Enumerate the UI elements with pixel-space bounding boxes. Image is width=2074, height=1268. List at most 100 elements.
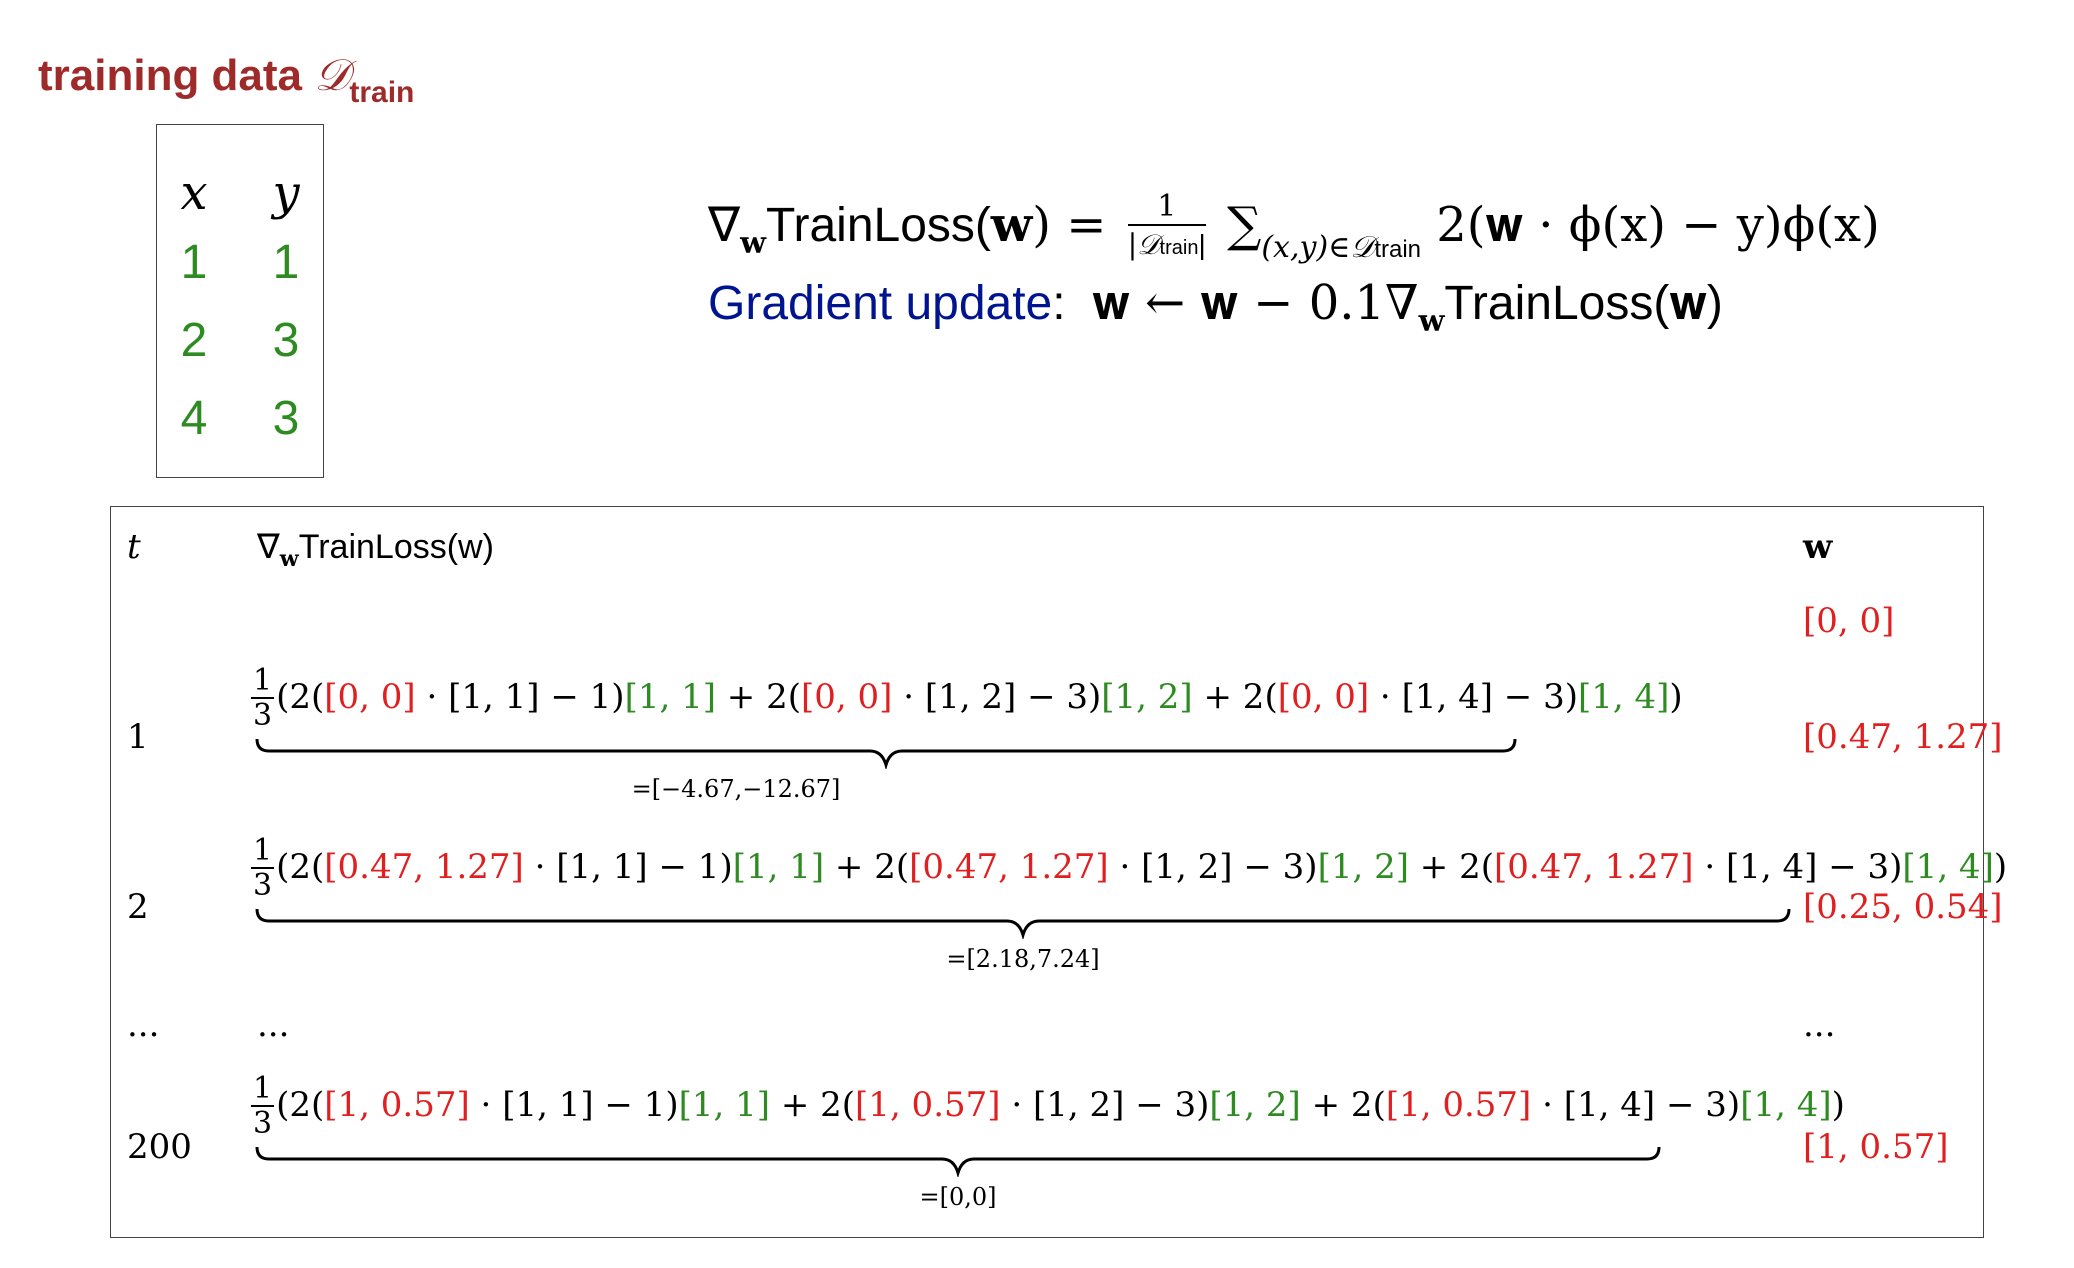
header-w: w <box>1803 527 1833 567</box>
row-1-frac-den: 3 <box>253 698 273 733</box>
cell-x-3: 4 <box>180 392 208 445</box>
mean-fraction: 1 |𝒟train| <box>1127 190 1206 267</box>
header-nabla-sub: w <box>279 546 299 572</box>
row-1-phi-c2: [1, 4] <box>1578 677 1670 717</box>
update-trainloss: TrainLoss( <box>1444 277 1670 330</box>
sum-symbol: ∑ <box>1227 197 1262 254</box>
ellipsis-t: ... <box>127 1005 160 1045</box>
row-2-y-b: 3 <box>1282 847 1305 887</box>
row-200-underbrace <box>255 1146 1661 1177</box>
row-2-expression: 1 3 (2([0.47, 1.27] · [1, 1] − 1)[1, 1] + … <box>251 833 2008 903</box>
row-1-y-a: 1 <box>589 677 612 717</box>
header-t: t <box>127 527 141 567</box>
row-200-phi-c: [1, 4] <box>1563 1085 1656 1125</box>
row-200-phi-a: [1, 1] <box>502 1085 594 1125</box>
row-2-w-b: [0.47, 1.27] <box>909 847 1109 887</box>
row-2-phi-b: [1, 2] <box>1141 847 1233 887</box>
row-1-w: [0.47, 1.27] <box>1803 717 2003 757</box>
title-subscript: train <box>349 76 415 109</box>
row-1-w-c: [0, 0] <box>1277 677 1370 717</box>
row-2-y-a: 1 <box>697 847 720 887</box>
header-x: x <box>180 165 208 221</box>
row-200-w-c: [1, 0.57] <box>1385 1085 1532 1125</box>
row-2-w-a: [0.47, 1.27] <box>324 847 524 887</box>
row-2-result: =[2.18,7.24] <box>946 945 1100 973</box>
cell-x-1: 1 <box>180 236 208 289</box>
row-200-phi-b: [1, 2] <box>1032 1085 1125 1125</box>
row-200-y-a: 1 <box>643 1085 666 1125</box>
row-1-result: =[−4.67,−12.67] <box>631 775 841 803</box>
gradient-update-label: Gradient update <box>708 277 1053 330</box>
row-200-t: 200 <box>127 1127 192 1167</box>
header-y: y <box>272 165 300 221</box>
row-2-underbrace <box>255 908 1791 939</box>
row-1-expression: 1 3 (2([0, 0] · [1, 1] − 1)[1, 1] + 2([0, … <box>251 663 1683 733</box>
row-1-phi-a2: [1, 1] <box>624 677 716 717</box>
row-200-w-b: [1, 0.57] <box>855 1085 1001 1125</box>
row-1-phi-b2: [1, 2] <box>1101 677 1193 717</box>
row-1-phi-b: [1, 2] <box>924 677 1017 717</box>
row-200-y-b: 3 <box>1174 1085 1197 1125</box>
row-200-phi-a2: [1, 1] <box>678 1085 771 1125</box>
row-1-phi-c: [1, 4] <box>1401 677 1493 717</box>
equals-text: ) = <box>1032 197 1107 254</box>
title-symbol: 𝒟 <box>314 50 350 101</box>
nabla-subscript: w <box>740 226 766 262</box>
row-200-w: [1, 0.57] <box>1803 1127 1949 1167</box>
formula-rhs: 2(𝐰 · ϕ(x) − y)ϕ(x) <box>1421 197 1880 254</box>
update-nabla-sub: w <box>1418 304 1445 339</box>
row-2-phi-c: [1, 4] <box>1725 847 1818 887</box>
row-1-frac-num: 1 <box>251 663 275 699</box>
page-title: training data 𝒟train <box>38 50 414 110</box>
row-2-phi-b2: [1, 2] <box>1317 847 1409 887</box>
row-200-phi-b2: [1, 2] <box>1209 1085 1301 1125</box>
fraction-den-close: | <box>1198 229 1206 260</box>
gradient-formula: ∇wTrainLoss(w) = 1 |𝒟train| ∑(x,y)∈𝒟trai… <box>708 190 1880 267</box>
header-gradient: ∇wTrainLoss(w) <box>257 527 494 572</box>
row-2-phi-c2: [1, 4] <box>1902 847 1994 887</box>
row-1-y-b: 3 <box>1066 677 1089 717</box>
row-1-phi-a: [1, 1] <box>448 677 540 717</box>
ellipsis-w: ... <box>1803 1005 1836 1045</box>
row-2-frac-den: 3 <box>253 868 273 903</box>
row-2-w: [0.25, 0.54] <box>1803 887 2003 927</box>
row-200-frac-den: 3 <box>253 1106 273 1141</box>
gradient-update-formula: Gradient update: 𝐰 ← 𝐰 − 0.1∇wTrainLoss(… <box>708 275 1723 339</box>
row-1-underbrace <box>255 738 1517 769</box>
trainloss-text: TrainLoss( <box>765 199 991 253</box>
header-trainloss: TrainLoss(w) <box>298 528 494 566</box>
colon: : <box>1052 277 1066 330</box>
update-close: ) <box>1706 277 1723 330</box>
row-200-phi-c2: [1, 4] <box>1740 1085 1832 1125</box>
row-2-y-c: 3 <box>1867 847 1890 887</box>
fraction-denominator: |𝒟 <box>1127 228 1160 261</box>
sum-subscript: (x,y)∈𝒟 <box>1261 230 1375 266</box>
iteration-table: t ∇wTrainLoss(w) w [0, 0] 1 1 3 (2([0, 0] … <box>110 506 2007 1238</box>
initial-w: [0, 0] <box>1803 601 1895 641</box>
cell-y-1: 1 <box>272 236 300 289</box>
row-1-t: 1 <box>127 717 149 757</box>
row-2-frac-num: 1 <box>251 833 275 869</box>
row-200-y-c: 3 <box>1705 1085 1727 1125</box>
row-2-t: 2 <box>127 887 149 927</box>
row-1-y-c: 3 <box>1543 677 1565 717</box>
sum-subscript-train: train <box>1374 236 1421 264</box>
cell-y-3: 3 <box>272 392 300 445</box>
fraction-den-sub: train <box>1159 237 1199 259</box>
fraction-numerator: 1 <box>1127 190 1206 226</box>
row-2-w-c: [0.47, 1.27] <box>1493 847 1694 887</box>
row-2-phi-a2: [1, 1] <box>732 847 825 887</box>
row-2-phi-a: [1, 1] <box>556 847 648 887</box>
training-data-table: x y 1 1 2 3 4 3 <box>156 124 324 478</box>
row-200-w-a: [1, 0.57] <box>324 1085 470 1125</box>
header-nabla: ∇ <box>257 528 280 566</box>
row-1-w-a: [0, 0] <box>324 677 416 717</box>
row-1-w-b: [0, 0] <box>800 677 893 717</box>
row-200-result: =[0,0] <box>919 1183 997 1211</box>
ellipsis-grad: ... <box>257 1005 290 1045</box>
update-w: 𝐰 <box>1669 275 1707 331</box>
update-rhs: 𝐰 ← 𝐰 − 0.1∇ <box>1092 275 1419 331</box>
nabla-symbol: ∇ <box>708 199 741 253</box>
cell-y-2: 3 <box>272 314 300 367</box>
w-symbol: w <box>990 197 1033 254</box>
